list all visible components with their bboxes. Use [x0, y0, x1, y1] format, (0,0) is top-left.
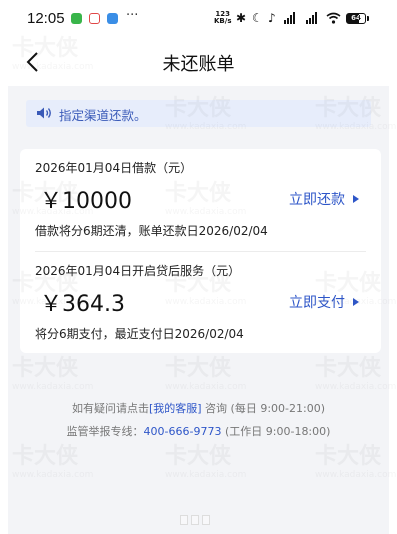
pay-now-button[interactable]: 立即支付	[289, 292, 359, 312]
message-notification-icon	[107, 13, 118, 24]
app-notification-icon	[71, 13, 82, 24]
repay-now-button[interactable]: 立即还款	[289, 189, 359, 209]
bell-icon: ♪	[268, 11, 276, 25]
page-title: 未还账单	[162, 54, 235, 75]
nav-bar: 未还账单	[0, 38, 397, 86]
caret-right-icon	[353, 298, 359, 306]
bluetooth-icon: ✱	[236, 11, 247, 25]
bill-amount: ￥10000	[40, 189, 132, 214]
moon-icon: ☾	[252, 11, 263, 25]
battery-level: 64	[351, 14, 361, 22]
status-bar: 12:05 ··· 123 KB/s ✱ ☾ ♪ 64	[0, 0, 397, 38]
battery-icon: 64	[346, 13, 366, 24]
repay-now-label: 立即还款	[289, 192, 345, 208]
bill-card: 2026年01月04日借款（元） ￥10000 借款将分6期还清，账单还款日20…	[20, 149, 381, 353]
wifi-icon	[326, 12, 341, 24]
home-indicator[interactable]	[180, 515, 210, 525]
bill-date-title: 2026年01月04日借款（元）	[35, 161, 193, 175]
help-line-service: 如有疑问请点击[我的客服] 咨询 (每日 9:00-21:00)	[71, 402, 326, 415]
map-pin-notification-icon	[89, 13, 100, 24]
bill-note: 将分6期支付，最近支付日2026/02/04	[35, 327, 244, 341]
signal-icon	[306, 12, 317, 24]
notice-text: 指定渠道还款。	[59, 108, 147, 123]
help-line-hotline: 监管举报专线：400-666-9773 (工作日 9:00-18:00)	[66, 425, 331, 438]
caret-right-icon	[353, 195, 359, 203]
notice-banner: 指定渠道还款。	[26, 100, 371, 127]
network-speed: 123 KB/s	[214, 10, 232, 25]
main-content: 指定渠道还款。 2026年01月04日借款（元） ￥10000 借款将分6期还清…	[8, 86, 389, 534]
customer-service-link[interactable]: [我的客服]	[149, 402, 202, 415]
speaker-icon	[37, 107, 51, 119]
bill-note: 借款将分6期还清，账单还款日2026/02/04	[35, 224, 268, 238]
bill-item: 2026年01月04日借款（元） ￥10000 借款将分6期还清，账单还款日20…	[20, 149, 381, 249]
pay-now-label: 立即支付	[289, 295, 345, 311]
status-time: 12:05	[27, 10, 65, 27]
hotline-phone-link[interactable]: 400-666-9773	[144, 425, 222, 438]
bill-item: 2026年01月04日开启贷后服务（元） ￥364.3 将分6期支付，最近支付日…	[20, 252, 381, 352]
signal-icon	[284, 12, 295, 24]
battery-tip	[367, 16, 369, 21]
more-notifications-icon: ···	[126, 8, 139, 23]
bill-amount: ￥364.3	[40, 292, 125, 317]
bill-date-title: 2026年01月04日开启贷后服务（元）	[35, 264, 241, 278]
